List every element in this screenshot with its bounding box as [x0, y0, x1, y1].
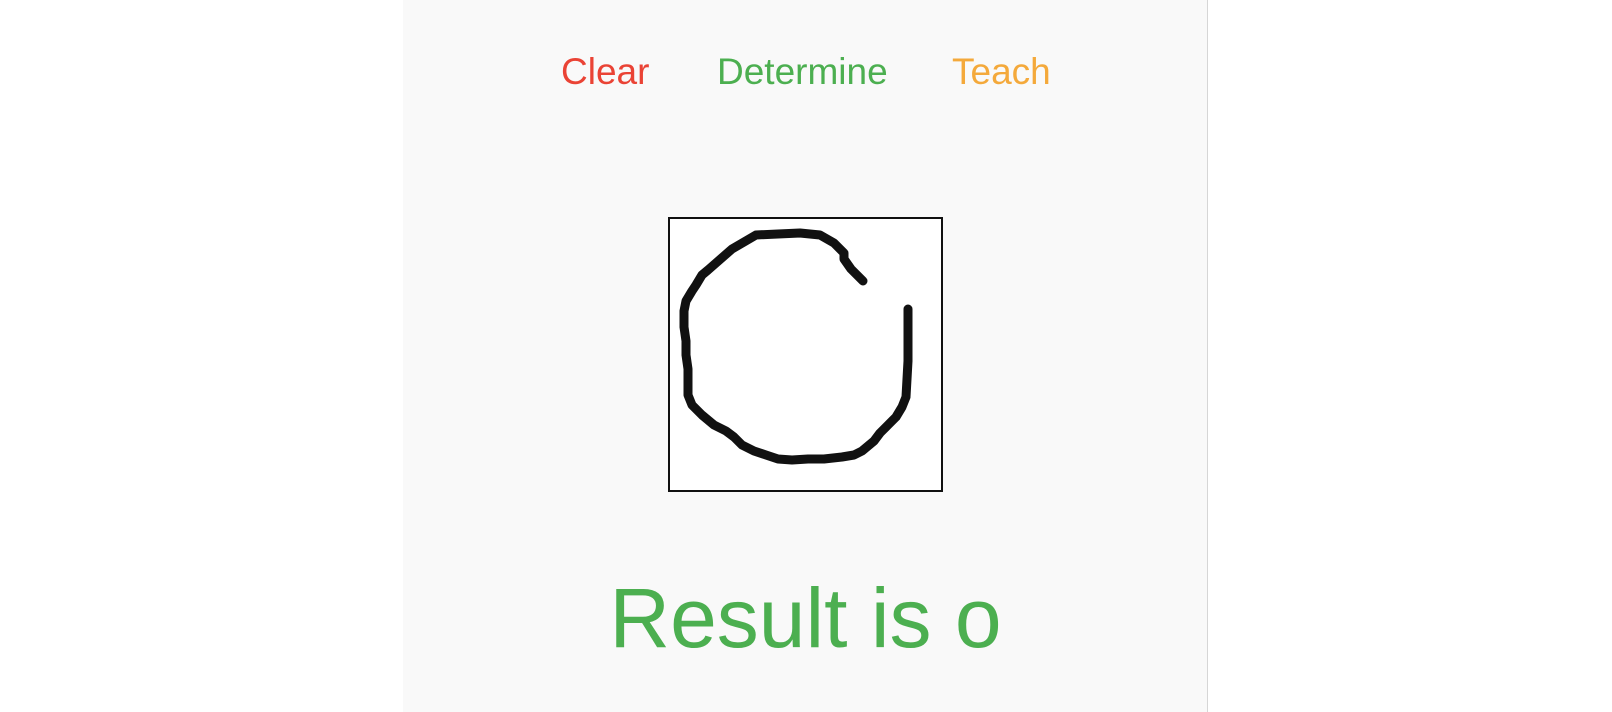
- drawing-canvas[interactable]: [668, 217, 943, 492]
- determine-button[interactable]: Determine: [717, 42, 888, 102]
- teach-button[interactable]: Teach: [952, 42, 1051, 102]
- app-page: Clear Determine Teach Result is o: [0, 0, 1612, 712]
- stroke-path: [679, 228, 913, 465]
- result-text: Result is o: [609, 571, 1002, 665]
- toolbar: Clear Determine Teach: [403, 42, 1208, 102]
- main-panel: Clear Determine Teach Result is o: [403, 0, 1208, 712]
- drawn-stroke: [679, 228, 913, 465]
- clear-button[interactable]: Clear: [561, 42, 649, 102]
